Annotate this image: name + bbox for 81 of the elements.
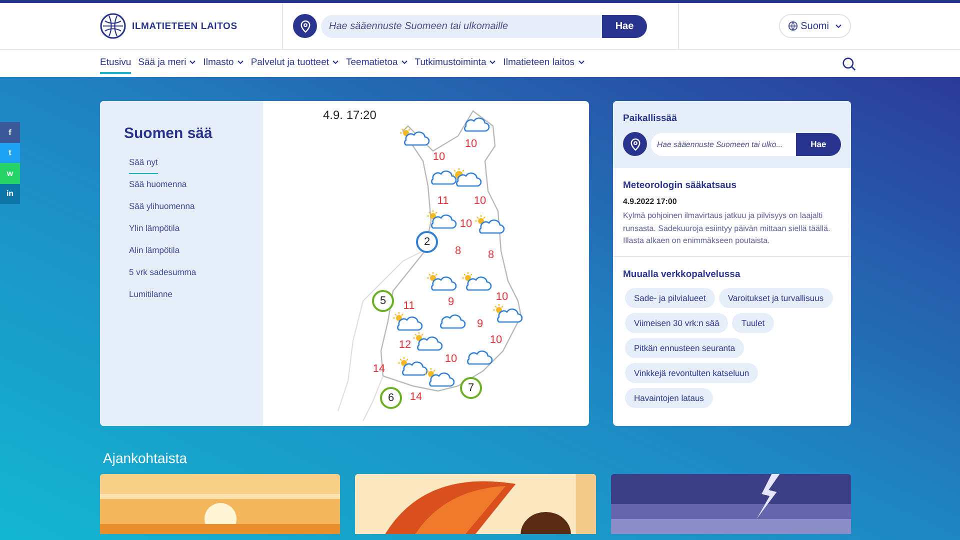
- logo-icon: [100, 13, 126, 39]
- temperature-label: 14: [372, 363, 386, 375]
- link-chip[interactable]: Viimeisen 30 vrk:n sää: [625, 312, 728, 332]
- nav-link[interactable]: Teematietoa: [346, 53, 408, 74]
- chevron-icon: [236, 60, 244, 65]
- temperature-label: 8: [488, 249, 494, 261]
- search-button[interactable]: Hae: [602, 14, 647, 38]
- section-title: Ajankohtaista: [103, 450, 188, 466]
- panel-title: Muualla verkkopalvelussa: [623, 268, 742, 280]
- forecast-link[interactable]: Sää nyt: [129, 152, 158, 174]
- sun-cloud-icon: [493, 304, 523, 324]
- temperature-label: 9: [476, 318, 484, 330]
- forecast-link[interactable]: Sää ylihuomenna: [129, 196, 195, 218]
- temperature-label: 10: [474, 195, 486, 207]
- search-icon[interactable]: [842, 56, 856, 70]
- location-button[interactable]: [293, 14, 317, 38]
- section-title: Suomen sää: [124, 125, 212, 142]
- temperature-label: 14: [410, 391, 422, 403]
- nav-link[interactable]: Tutkimustoiminta: [414, 53, 496, 74]
- link-chip[interactable]: Havaintojen lataus: [625, 388, 713, 408]
- share-button[interactable]: f: [0, 122, 20, 142]
- review-text: Kylmä pohjoinen ilmavirtaus jatkuu ja pilvisyys on laajalti runsasta. Sadekuuroja esiintyy päivän mittaan siellä täällä. Illasta alkaen on enimmäkseen poutaista.: [623, 210, 832, 247]
- search-button[interactable]: Hae: [796, 132, 841, 156]
- sun-cloud-icon: [427, 272, 457, 292]
- temperature-label: 10: [464, 138, 478, 150]
- sun-cloud-icon: [393, 312, 423, 332]
- temperature-label: 11: [437, 195, 449, 207]
- temperature-label: 12: [398, 339, 412, 351]
- sun-cloud-icon: [398, 357, 428, 377]
- temperature-label: 9: [448, 296, 454, 308]
- chevron-icon: [835, 24, 842, 28]
- chevron-icon: [489, 60, 496, 65]
- temperature-label: 10: [460, 218, 472, 230]
- chevron-icon: [189, 60, 196, 65]
- nav-link[interactable]: Sää ja meri: [138, 53, 196, 74]
- sun-cloud-icon: [400, 127, 430, 147]
- forecast-link[interactable]: 5 vrk sadesumma: [129, 262, 196, 284]
- globe-icon: [788, 21, 798, 31]
- forecast-link[interactable]: Ylin lämpötila: [129, 218, 180, 240]
- forecast-link[interactable]: Sää huomenna: [129, 174, 187, 196]
- temperature-label: 10: [444, 353, 458, 365]
- nav-link[interactable]: Palvelut ja tuotteet: [250, 53, 340, 74]
- location-pin-icon: [630, 138, 640, 150]
- location-pin-icon: [300, 20, 310, 32]
- temperature-label: 10: [490, 334, 502, 346]
- chevron-icon: [400, 60, 408, 65]
- location-button[interactable]: [623, 132, 647, 156]
- chevron-icon: [332, 60, 340, 65]
- temperature-label: 8: [454, 245, 462, 257]
- temperature-label: 10: [432, 151, 446, 163]
- logo-text: ILMATIETEEN LAITOS: [132, 20, 238, 32]
- link-chip[interactable]: Sade- ja pilvialueet: [625, 288, 715, 308]
- temperature-label: 11: [403, 300, 415, 312]
- share-button[interactable]: in: [0, 184, 20, 204]
- link-chip[interactable]: Varoitukset ja turvallisuus: [718, 288, 833, 308]
- nav-link[interactable]: Ilmatieteen laitos: [503, 53, 585, 74]
- review-date: 4.9.2022 17:00: [623, 197, 678, 206]
- map-timestamp: 4.9. 17:20: [323, 108, 376, 122]
- map-marker[interactable]: 5: [372, 290, 394, 312]
- panel-title: Paikallissää: [623, 113, 678, 124]
- nav-link[interactable]: Etusivu: [100, 53, 132, 74]
- sun-cloud-icon: [427, 210, 457, 230]
- forecast-link[interactable]: Alin lämpötila: [129, 240, 180, 262]
- sun-cloud-icon: [452, 168, 482, 188]
- link-chip[interactable]: Tuulet: [732, 312, 774, 332]
- sun-cloud-icon: [425, 368, 455, 388]
- sun-cloud-icon: [462, 272, 492, 292]
- language-button[interactable]: Suomi: [778, 14, 851, 38]
- map-marker[interactable]: 2: [416, 231, 438, 253]
- chevron-icon: [578, 60, 585, 65]
- nav-link[interactable]: Ilmasto: [203, 53, 244, 74]
- map-marker[interactable]: 6: [380, 387, 402, 409]
- sun-cloud-icon: [475, 215, 505, 235]
- temperature-label: 10: [496, 291, 508, 303]
- link-chip[interactable]: Pitkän ennusteen seuranta: [625, 338, 744, 358]
- link-chip[interactable]: Vinkkejä revontulten katseluun: [625, 362, 758, 382]
- map-marker[interactable]: 7: [460, 377, 482, 399]
- panel-title: Meteorologin sääkatsaus: [623, 180, 738, 191]
- forecast-link[interactable]: Lumitilanne: [129, 284, 172, 306]
- sun-cloud-icon: [413, 332, 443, 352]
- search-field[interactable]: Hae sääennuste Suomeen tai ulkomaille: [321, 14, 602, 38]
